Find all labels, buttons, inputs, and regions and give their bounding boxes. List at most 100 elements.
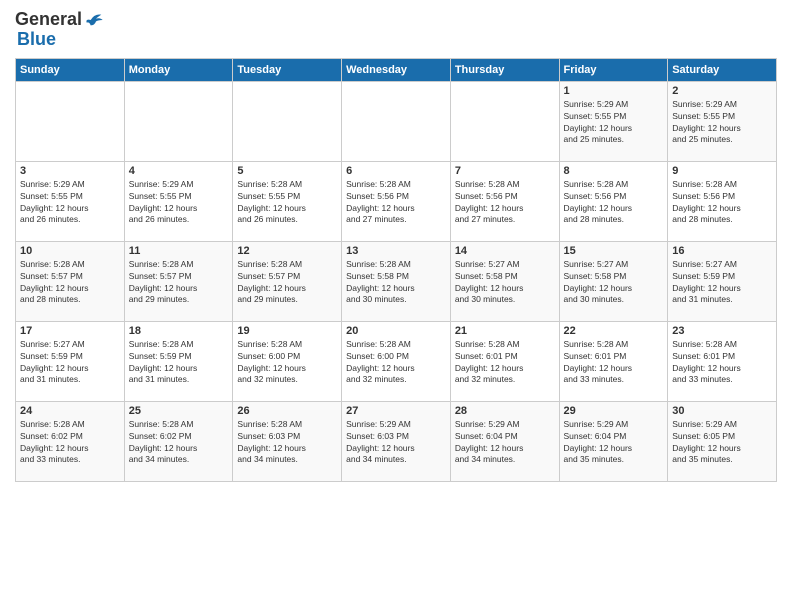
day-info: Sunrise: 5:28 AM Sunset: 5:57 PM Dayligh… [20,259,120,307]
day-number: 30 [672,405,772,417]
day-number: 1 [564,85,664,97]
logo-text-general: General [15,10,82,30]
calendar-cell: 9 Sunrise: 5:28 AM Sunset: 5:56 PM Daylig… [668,161,777,241]
day-number: 9 [672,165,772,177]
calendar-cell: 3Sunrise: 5:29 AM Sunset: 5:55 PM Daylig… [16,161,125,241]
week-row-2: 3 Sunrise: 5:29 AM Sunset: 5:55 PM Daylig… [16,161,777,241]
week-row-4: 17 Sunrise: 5:27 AM Sunset: 5:59 PM Dayli… [16,321,777,401]
day-number: 3 [20,165,120,177]
day-info: Sunrise: 5:29 AM Sunset: 5:55 PM Dayligh… [129,179,229,227]
calendar-cell: 28 Sunrise: 5:29 AM Sunset: 6:04 PM Dayli… [450,401,559,481]
calendar-cell: 29Sunrise: 5:29 AM Sunset: 6:04 PM Dayli… [559,401,668,481]
day-info: Sunrise: 5:29 AM Sunset: 6:04 PM Dayligh… [564,419,664,467]
logo: General Blue [15,10,104,50]
calendar-cell: 5 Sunrise: 5:28 AM Sunset: 5:55 PM Daylig… [233,161,342,241]
calendar-cell: 23 Sunrise: 5:28 AM Sunset: 6:01 PM Dayli… [668,321,777,401]
day-info: Sunrise: 5:27 AM Sunset: 5:58 PM Dayligh… [455,259,555,307]
day-number: 21 [455,325,555,337]
weekday-header-sunday: Sunday [16,58,125,81]
day-number: 12 [237,245,337,257]
day-info: Sunrise: 5:28 AM Sunset: 5:58 PM Dayligh… [346,259,446,307]
weekday-header-tuesday: Tuesday [233,58,342,81]
calendar-cell: 20 Sunrise: 5:28 AM Sunset: 6:00 PM Dayli… [342,321,451,401]
day-number: 4 [129,165,229,177]
day-info: Sunrise: 5:28 AM Sunset: 6:00 PM Dayligh… [237,339,337,387]
calendar-cell: 1 Sunrise: 5:29 AM Sunset: 5:55 PM Daylig… [559,81,668,161]
calendar-cell [16,81,125,161]
day-number: 22 [564,325,664,337]
day-info: Sunrise: 5:28 AM Sunset: 6:02 PM Dayligh… [20,419,120,467]
day-info: Sunrise: 5:28 AM Sunset: 6:01 PM Dayligh… [455,339,555,387]
day-info: Sunrise: 5:28 AM Sunset: 5:57 PM Dayligh… [237,259,337,307]
day-info: Sunrise: 5:29 AM Sunset: 5:55 PM Dayligh… [564,99,664,147]
day-info: Sunrise: 5:29 AM Sunset: 6:04 PM Dayligh… [455,419,555,467]
day-info: Sunrise: 5:29 AM Sunset: 6:05 PM Dayligh… [672,419,772,467]
calendar-cell: 24 Sunrise: 5:28 AM Sunset: 6:02 PM Dayli… [16,401,125,481]
day-info: Sunrise: 5:28 AM Sunset: 6:00 PM Dayligh… [346,339,446,387]
day-info: Sunrise: 5:28 AM Sunset: 6:02 PM Dayligh… [129,419,229,467]
day-number: 6 [346,165,446,177]
calendar-cell [124,81,233,161]
calendar-cell: 17 Sunrise: 5:27 AM Sunset: 5:59 PM Dayli… [16,321,125,401]
weekday-header-friday: Friday [559,58,668,81]
week-row-3: 10 Sunrise: 5:28 AM Sunset: 5:57 PM Dayli… [16,241,777,321]
day-number: 5 [237,165,337,177]
calendar-cell: 4 Sunrise: 5:29 AM Sunset: 5:55 PM Daylig… [124,161,233,241]
day-info: Sunrise: 5:28 AM Sunset: 5:59 PM Dayligh… [129,339,229,387]
header: General Blue [15,10,777,50]
weekday-header-saturday: Saturday [668,58,777,81]
day-info: Sunrise: 5:28 AM Sunset: 5:56 PM Dayligh… [672,179,772,227]
week-row-1: 1 Sunrise: 5:29 AM Sunset: 5:55 PM Daylig… [16,81,777,161]
week-row-5: 24 Sunrise: 5:28 AM Sunset: 6:02 PM Dayli… [16,401,777,481]
day-number: 17 [20,325,120,337]
weekday-header-thursday: Thursday [450,58,559,81]
calendar-cell: 26 Sunrise: 5:28 AM Sunset: 6:03 PM Dayli… [233,401,342,481]
calendar-cell: 2Sunrise: 5:29 AM Sunset: 5:55 PM Daylig… [668,81,777,161]
day-info: Sunrise: 5:28 AM Sunset: 5:56 PM Dayligh… [346,179,446,227]
weekday-header-wednesday: Wednesday [342,58,451,81]
day-info: Sunrise: 5:28 AM Sunset: 5:55 PM Dayligh… [237,179,337,227]
logo-container: General Blue [15,10,104,50]
day-info: Sunrise: 5:27 AM Sunset: 5:58 PM Dayligh… [564,259,664,307]
logo-text-blue: Blue [17,30,104,50]
day-number: 23 [672,325,772,337]
day-number: 28 [455,405,555,417]
logo-bird-icon [84,10,104,30]
day-number: 27 [346,405,446,417]
calendar-cell: 15 Sunrise: 5:27 AM Sunset: 5:58 PM Dayli… [559,241,668,321]
day-info: Sunrise: 5:28 AM Sunset: 5:56 PM Dayligh… [455,179,555,227]
day-number: 26 [237,405,337,417]
calendar-cell: 21 Sunrise: 5:28 AM Sunset: 6:01 PM Dayli… [450,321,559,401]
calendar-cell: 18 Sunrise: 5:28 AM Sunset: 5:59 PM Dayli… [124,321,233,401]
day-number: 11 [129,245,229,257]
day-number: 15 [564,245,664,257]
day-number: 13 [346,245,446,257]
calendar-cell: 10 Sunrise: 5:28 AM Sunset: 5:57 PM Dayli… [16,241,125,321]
day-info: Sunrise: 5:27 AM Sunset: 5:59 PM Dayligh… [20,339,120,387]
day-number: 19 [237,325,337,337]
day-number: 25 [129,405,229,417]
day-number: 14 [455,245,555,257]
calendar-cell: 19 Sunrise: 5:28 AM Sunset: 6:00 PM Dayli… [233,321,342,401]
weekday-header-monday: Monday [124,58,233,81]
day-info: Sunrise: 5:29 AM Sunset: 5:55 PM Dayligh… [672,99,772,147]
day-info: Sunrise: 5:28 AM Sunset: 6:03 PM Dayligh… [237,419,337,467]
calendar-cell: 14 Sunrise: 5:27 AM Sunset: 5:58 PM Dayli… [450,241,559,321]
calendar-cell: 6 Sunrise: 5:28 AM Sunset: 5:56 PM Daylig… [342,161,451,241]
calendar-cell: 27Sunrise: 5:29 AM Sunset: 6:03 PM Dayli… [342,401,451,481]
calendar-cell [233,81,342,161]
day-number: 18 [129,325,229,337]
calendar-cell: 22 Sunrise: 5:28 AM Sunset: 6:01 PM Dayli… [559,321,668,401]
calendar-cell: 16Sunrise: 5:27 AM Sunset: 5:59 PM Dayli… [668,241,777,321]
day-number: 20 [346,325,446,337]
calendar-cell: 25 Sunrise: 5:28 AM Sunset: 6:02 PM Dayli… [124,401,233,481]
day-info: Sunrise: 5:28 AM Sunset: 5:56 PM Dayligh… [564,179,664,227]
calendar-cell: 8Sunrise: 5:28 AM Sunset: 5:56 PM Daylig… [559,161,668,241]
calendar-cell: 12 Sunrise: 5:28 AM Sunset: 5:57 PM Dayli… [233,241,342,321]
day-info: Sunrise: 5:28 AM Sunset: 6:01 PM Dayligh… [672,339,772,387]
page: General Blue SundayMondayTuesdayWednesda… [0,0,792,492]
day-number: 10 [20,245,120,257]
day-info: Sunrise: 5:28 AM Sunset: 6:01 PM Dayligh… [564,339,664,387]
day-info: Sunrise: 5:28 AM Sunset: 5:57 PM Dayligh… [129,259,229,307]
day-number: 24 [20,405,120,417]
